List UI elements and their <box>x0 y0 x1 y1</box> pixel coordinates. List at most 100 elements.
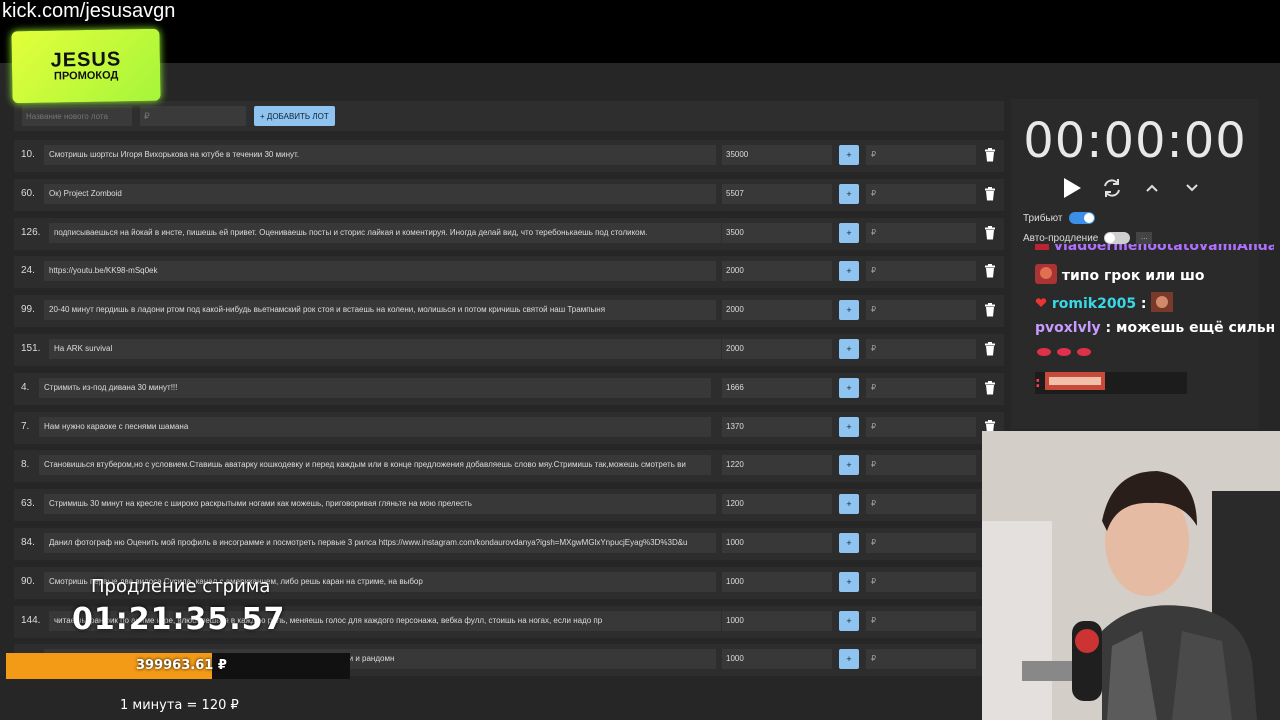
lot-add-funds-input[interactable]: ₽ <box>866 532 976 553</box>
trash-icon[interactable] <box>984 380 996 395</box>
lot-title-input[interactable]: Становишься втубером,но с условием.Стави… <box>39 455 711 476</box>
lot-add-funds-input[interactable]: ₽ <box>866 610 976 631</box>
trash-icon[interactable] <box>984 341 996 356</box>
chat-nick: romik2005 <box>1051 296 1137 312</box>
lot-title-input[interactable]: Смотришь шортсы Игоря Вихорькова на ютуб… <box>44 145 716 165</box>
chat-message: : <box>1035 372 1187 394</box>
lot-amount-input[interactable]: 3500 <box>722 222 832 243</box>
trash-icon[interactable] <box>984 225 996 240</box>
lot-title-input[interactable]: Стримить из-под дивана 30 минут!!! <box>39 377 711 398</box>
lot-add-funds-button[interactable]: + <box>839 145 859 165</box>
lot-amount-input[interactable]: 35000 <box>722 145 832 165</box>
lot-add-funds-button[interactable]: + <box>839 494 859 515</box>
lot-amount-input[interactable]: 1000 <box>722 571 832 592</box>
lot-amount-input[interactable]: 1000 <box>722 610 832 631</box>
chat-text: типо грок или шо <box>1061 268 1205 284</box>
lot-add-funds-input[interactable]: ₽ <box>866 416 976 437</box>
chat-separator: : <box>1100 320 1112 336</box>
promo-logo: JESUS ПРОМОКОД <box>11 28 161 104</box>
chat-message: типо грок или шо <box>1035 264 1205 288</box>
lot-title-input[interactable]: Нам нужно караоке с песнями шамана <box>39 416 711 437</box>
trash-icon[interactable] <box>984 148 996 162</box>
lot-title-input[interactable]: Данил фотограф ню Оценить мой профиль в … <box>44 532 716 553</box>
lot-add-funds-button[interactable]: + <box>839 571 859 592</box>
lot-add-funds-button[interactable]: + <box>839 183 859 204</box>
lot-add-funds-input[interactable]: ₽ <box>866 261 976 282</box>
extension-amount: 399963.61 ₽ <box>136 658 227 673</box>
chevron-up-icon[interactable] <box>1141 177 1163 199</box>
lot-add-funds-input[interactable]: ₽ <box>866 494 976 515</box>
chat-overlay: vladoermenootatovamiAndaA : типо грок ил… <box>1029 244 1274 394</box>
lot-title-input[interactable]: На ARK survival <box>49 338 721 359</box>
lot-add-funds-button[interactable]: + <box>839 338 859 359</box>
new-lot-name-input[interactable] <box>22 106 132 126</box>
lot-row: 60. Ок) Project Zomboid 5507 + ₽ <box>14 178 1014 217</box>
new-lot-price-input[interactable] <box>140 106 246 126</box>
lot-amount-input[interactable]: 2000 <box>722 300 832 321</box>
lot-row: 10. Смотришь шортсы Игоря Вихорькова на ю… <box>14 139 1014 178</box>
lot-row: 24. https://youtu.be/KK98-mSq0ek 2000 + ₽ <box>14 255 1014 294</box>
lot-row: 4. Стримить из-под дивана 30 минут!!! 1666… <box>14 372 1014 411</box>
lot-amount-input[interactable]: 1000 <box>722 649 832 670</box>
chat-separator: : <box>1035 375 1041 391</box>
lot-add-funds-input[interactable]: ₽ <box>866 571 976 592</box>
lot-row: 63. Стримишь 30 минут на кресле с широко … <box>14 488 1014 527</box>
lot-amount-input[interactable]: 2000 <box>722 261 832 282</box>
lot-add-funds-button[interactable]: + <box>839 416 859 437</box>
auto-extend-toggle[interactable] <box>1104 232 1131 244</box>
chat-message <box>1035 346 1095 362</box>
lot-title-input[interactable]: Ок) Project Zomboid <box>44 183 716 204</box>
lot-add-funds-button[interactable]: + <box>839 300 859 321</box>
chevron-down-icon[interactable] <box>1181 177 1203 199</box>
timer-display: 00:00:00 <box>1023 113 1247 169</box>
reset-icon[interactable] <box>1101 177 1123 199</box>
tribute-label: Трибьют <box>1023 212 1063 224</box>
lot-title-input[interactable]: Стримишь 30 минут на кресле с широко рас… <box>44 494 716 515</box>
chat-nick: vladoermenootatovamiAndaA <box>1053 244 1274 254</box>
trash-icon[interactable] <box>984 186 996 201</box>
lot-id: 144. <box>21 614 41 626</box>
add-lot-button[interactable]: + ДОБАВИТЬ ЛОТ <box>254 106 335 126</box>
lot-add-funds-input[interactable]: ₽ <box>866 338 976 359</box>
lot-amount-input[interactable]: 1370 <box>722 416 832 437</box>
tribute-toggle[interactable] <box>1068 212 1095 224</box>
lot-amount-input[interactable]: 1000 <box>722 532 832 553</box>
chat-message: romik2005 : <box>1035 292 1174 316</box>
logo-line-2: ПРОМОКОД <box>53 68 119 83</box>
lot-add-funds-button[interactable]: + <box>839 455 859 476</box>
lot-amount-input[interactable]: 1220 <box>722 455 832 476</box>
lot-add-funds-button[interactable]: + <box>839 610 859 631</box>
lot-add-funds-input[interactable]: ₽ <box>866 649 976 670</box>
lot-add-funds-button[interactable]: + <box>839 377 859 398</box>
lot-amount-input[interactable]: 5507 <box>722 183 832 204</box>
lot-add-funds-input[interactable]: ₽ <box>866 222 976 243</box>
lot-title-input[interactable]: 20-40 минут пердишь в ладони ртом под ка… <box>44 300 716 321</box>
lot-add-funds-input[interactable]: ₽ <box>866 145 976 165</box>
lot-row: 126. подписываешься на йокай в инсте, пиш… <box>14 217 1014 256</box>
emote-icon <box>1151 292 1174 316</box>
lot-row: 8. Становишься втубером,но с условием.Ста… <box>14 449 1014 488</box>
play-icon[interactable] <box>1061 177 1083 199</box>
lot-title-input[interactable]: подписываешься на йокай в инсте, пишешь … <box>49 222 721 243</box>
timer-controls <box>1061 177 1203 199</box>
logo-line-1: JESUS <box>50 47 122 72</box>
lot-add-funds-button[interactable]: + <box>839 261 859 282</box>
chat-separator: : <box>1136 296 1147 312</box>
lot-add-funds-button[interactable]: + <box>839 532 859 553</box>
lot-title-input[interactable]: https://youtu.be/KK98-mSq0ek <box>44 261 716 282</box>
heart-icon <box>1035 296 1047 312</box>
lot-amount-input[interactable]: 2000 <box>722 338 832 359</box>
lot-add-funds-button[interactable]: + <box>839 222 859 243</box>
lot-add-funds-input[interactable]: ₽ <box>866 455 976 476</box>
lot-add-funds-input[interactable]: ₽ <box>866 300 976 321</box>
lot-amount-input[interactable]: 1200 <box>722 494 832 515</box>
lot-row: 7. Нам нужно караоке с песнями шамана 1370… <box>14 411 1014 450</box>
lot-add-funds-input[interactable]: ₽ <box>866 377 976 398</box>
lot-amount-input[interactable]: 1666 <box>722 377 832 398</box>
auto-extend-settings-button[interactable]: ... <box>1136 232 1153 244</box>
extension-title: Продление стрима <box>91 576 271 597</box>
trash-icon[interactable] <box>984 264 996 278</box>
lot-add-funds-input[interactable]: ₽ <box>866 183 976 204</box>
lot-add-funds-button[interactable]: + <box>839 649 859 670</box>
trash-icon[interactable] <box>984 303 996 317</box>
